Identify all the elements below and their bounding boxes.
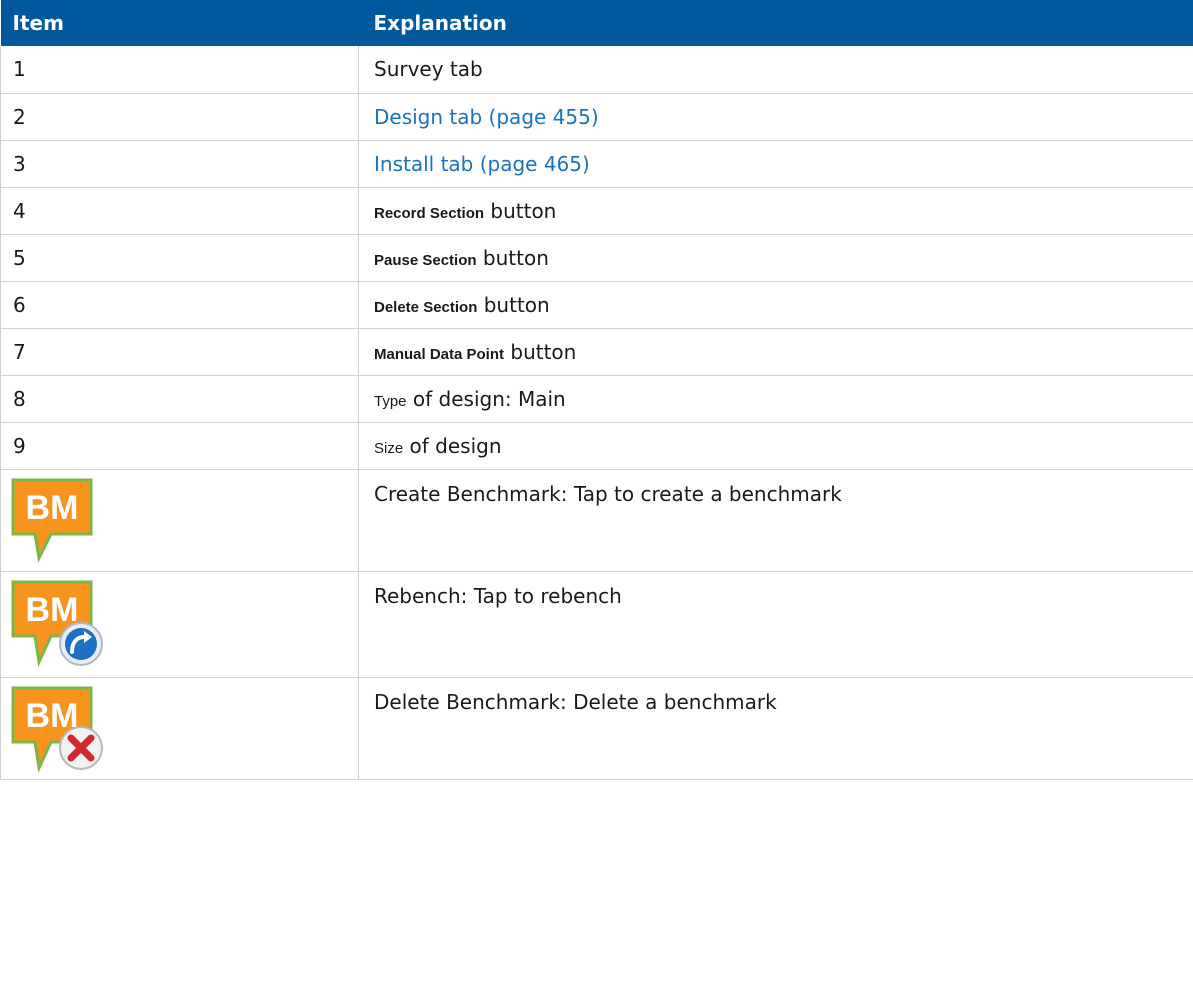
explanation-cell: Design tab (page 455) xyxy=(358,93,1193,141)
design-tab-link[interactable]: Design tab (page 455) xyxy=(374,105,599,129)
bm-badge-text: BM xyxy=(26,489,79,527)
ui-label: Manual Data Point xyxy=(374,345,505,363)
explanation-cell: Size of design xyxy=(358,422,1193,470)
icon-cell: BM xyxy=(0,571,359,678)
table-row: BM Rebench: Tap to rebench xyxy=(0,571,1193,678)
explanation-prefix: Size xyxy=(374,439,404,457)
explanation-text: Survey tab xyxy=(358,46,1193,94)
table-row: 3 Install tab (page 465) xyxy=(0,140,1193,188)
item-number: 1 xyxy=(0,46,359,94)
item-number: 5 xyxy=(0,234,359,282)
table-row: 8 Type of design: Main xyxy=(0,375,1193,423)
explanation-suffix: button xyxy=(504,339,577,364)
explanation-suffix: button xyxy=(477,292,550,317)
explanation-rest: of design: Main xyxy=(406,386,566,411)
ui-label: Delete Section xyxy=(374,298,478,316)
explanation-text: Rebench: Tap to rebench xyxy=(358,571,1193,678)
item-number: 3 xyxy=(0,140,359,188)
table-row: 6 Delete Section button xyxy=(0,281,1193,329)
table-row: 5 Pause Section button xyxy=(0,234,1193,282)
item-number: 6 xyxy=(0,281,359,329)
item-number: 2 xyxy=(0,93,359,141)
benchmark-delete-icon: BM xyxy=(11,686,103,772)
explanation-prefix: Type xyxy=(374,392,407,410)
explanation-suffix: button xyxy=(484,198,557,223)
item-number: 8 xyxy=(0,375,359,423)
benchmark-create-icon: BM xyxy=(11,478,93,562)
item-number: 4 xyxy=(0,187,359,235)
table-row: BM Create Benchmark: Tap to create a ben… xyxy=(0,469,1193,572)
table-row: 9 Size of design xyxy=(0,422,1193,470)
item-number: 9 xyxy=(0,422,359,470)
explanation-text: Delete Benchmark: Delete a benchmark xyxy=(358,677,1193,780)
table-header-row: Item Explanation xyxy=(0,0,1193,46)
table-row: 1 Survey tab xyxy=(0,46,1193,94)
table-row: 4 Record Section button xyxy=(0,187,1193,235)
explanation-cell: Pause Section button xyxy=(358,234,1193,282)
install-tab-link[interactable]: Install tab (page 465) xyxy=(374,152,590,176)
explanation-cell: Delete Section button xyxy=(358,281,1193,329)
explanation-cell: Type of design: Main xyxy=(358,375,1193,423)
item-number: 7 xyxy=(0,328,359,376)
bm-badge-text: BM xyxy=(26,591,79,629)
table-row: 2 Design tab (page 455) xyxy=(0,93,1193,141)
items-table: Item Explanation 1 Survey tab 2 Design t… xyxy=(0,0,1193,780)
header-item: Item xyxy=(12,11,64,35)
explanation-cell: Record Section button xyxy=(358,187,1193,235)
explanation-text: Create Benchmark: Tap to create a benchm… xyxy=(358,469,1193,572)
table-row: BM Delete Benchmark: Delete a benchmark xyxy=(0,677,1193,780)
table-row: 7 Manual Data Point button xyxy=(0,328,1193,376)
explanation-cell: Manual Data Point button xyxy=(358,328,1193,376)
header-explanation: Explanation xyxy=(373,11,507,35)
explanation-cell: Install tab (page 465) xyxy=(358,140,1193,188)
icon-cell: BM xyxy=(0,469,359,572)
explanation-rest: of design xyxy=(403,433,502,458)
ui-label: Pause Section xyxy=(374,251,477,269)
explanation-suffix: button xyxy=(476,245,549,270)
icon-cell: BM xyxy=(0,677,359,780)
benchmark-rebench-icon: BM xyxy=(11,580,103,667)
ui-label: Record Section xyxy=(374,204,485,222)
